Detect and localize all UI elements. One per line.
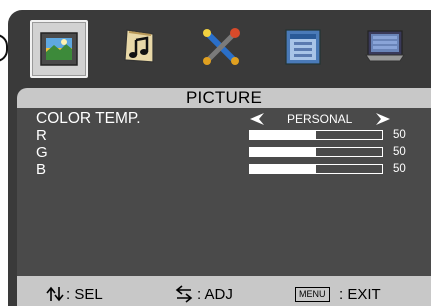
channel-label-g: G	[36, 144, 48, 161]
tools-icon	[203, 28, 240, 65]
menu-icon-bar	[8, 10, 431, 90]
panel-title: PICTURE	[185, 88, 263, 107]
r-value: 50	[393, 129, 406, 141]
tab-options[interactable]	[276, 20, 330, 74]
osd-menu: PICTURE COLOR TEMP. PERSONAL R 50 G 50 B…	[8, 10, 431, 306]
tab-pc[interactable]	[358, 20, 412, 74]
picture-icon	[40, 32, 78, 66]
g-value: 50	[393, 146, 406, 158]
r-level-slider[interactable]	[249, 130, 383, 140]
left-right-arrows-icon	[175, 285, 193, 303]
color-temp-value[interactable]: PERSONAL	[287, 112, 352, 126]
up-down-arrows-icon	[46, 286, 64, 302]
g-level-fill	[250, 148, 316, 156]
options-window-icon	[285, 29, 321, 65]
exit-hint: : EXIT	[339, 286, 381, 303]
color-temp-label: COLOR TEMP.	[36, 110, 141, 127]
arrow-left-icon[interactable]	[249, 113, 265, 125]
tab-setup[interactable]	[194, 20, 248, 74]
g-level-slider[interactable]	[249, 147, 383, 157]
adjust-hint: : ADJ	[197, 286, 233, 303]
select-hint: : SEL	[66, 286, 103, 303]
b-value: 50	[393, 163, 406, 175]
picture-panel: PICTURE COLOR TEMP. PERSONAL R 50 G 50 B…	[17, 88, 431, 306]
channel-label-b: B	[36, 161, 47, 178]
settings-area: COLOR TEMP. PERSONAL R 50 G 50 B 50	[17, 108, 431, 276]
tab-picture[interactable]	[30, 20, 88, 78]
music-note-icon	[124, 29, 154, 63]
left-edge-bracket	[0, 34, 8, 62]
r-level-fill	[250, 131, 316, 139]
tab-audio[interactable]	[112, 20, 166, 74]
arrow-right-icon[interactable]	[375, 113, 391, 125]
menu-key: MENU	[295, 287, 330, 302]
channel-label-r: R	[36, 127, 47, 144]
b-level-fill	[250, 165, 316, 173]
b-level-slider[interactable]	[249, 164, 383, 174]
key-hint-bar: : SEL : ADJ MENU : EXIT	[17, 276, 431, 306]
monitor-icon	[365, 30, 405, 62]
